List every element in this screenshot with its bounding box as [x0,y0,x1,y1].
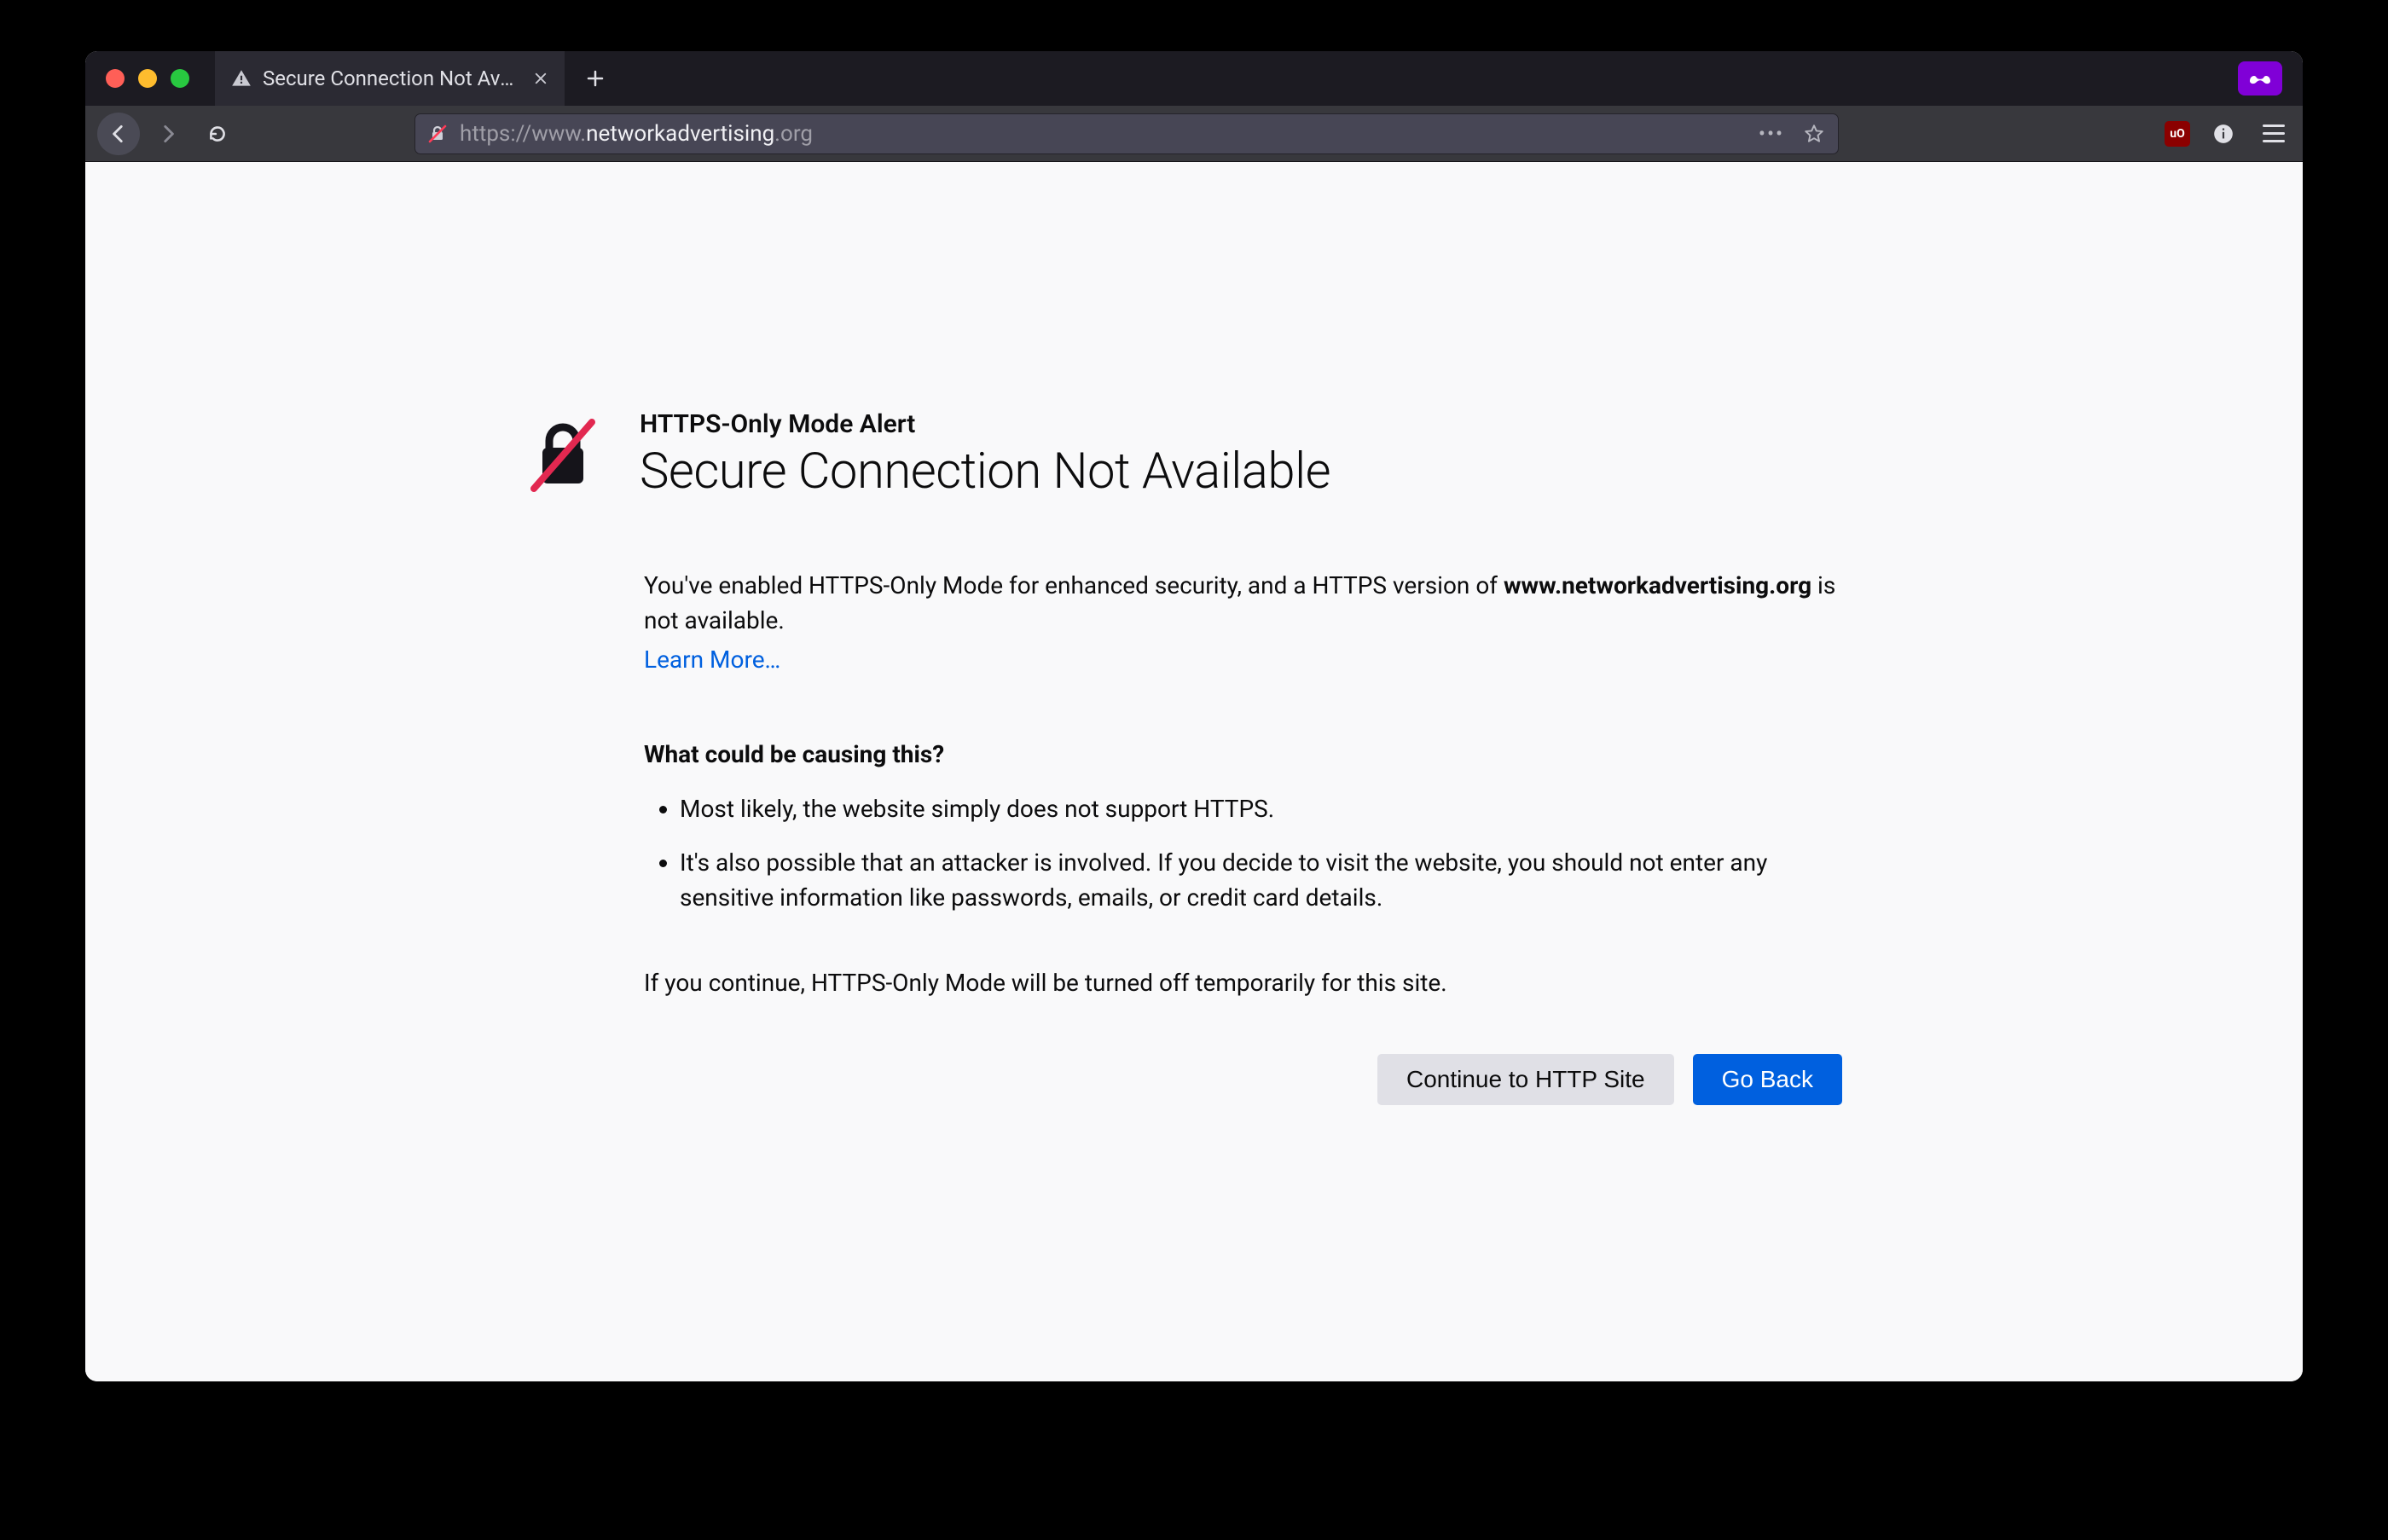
continue-http-button[interactable]: Continue to HTTP Site [1377,1054,1674,1105]
error-kicker: HTTPS-Only Mode Alert [640,409,1330,439]
new-tab-button[interactable] [573,56,617,101]
browser-tab[interactable]: Secure Connection Not Availabl [215,51,565,106]
page-actions-button[interactable]: ••• [1756,119,1787,149]
reload-button[interactable] [196,113,239,155]
forward-button[interactable] [147,113,189,155]
browser-window: Secure Connection Not Availabl [85,51,2303,1381]
window-close-button[interactable] [106,69,125,88]
toolbar-right: uO [2151,121,2291,147]
navigation-toolbar: https://www.networkadvertising.org ••• u… [85,106,2303,162]
window-zoom-button[interactable] [171,69,189,88]
page-info-button[interactable] [2211,121,2236,147]
error-description: You've enabled HTTPS-Only Mode for enhan… [644,569,1859,638]
warning-icon [230,67,252,90]
lock-slash-icon [427,124,448,144]
learn-more-link[interactable]: Learn More… [644,643,780,678]
error-title: Secure Connection Not Available [640,443,1330,501]
causes-list: Most likely, the website simply does not… [644,792,1859,915]
private-browsing-icon [2238,61,2282,96]
traffic-lights [85,69,215,88]
url-text: https://www.networkadvertising.org [460,121,1744,147]
bookmark-star-button[interactable] [1799,119,1829,149]
titlebar: Secure Connection Not Availabl [85,51,2303,106]
page-content: HTTPS-Only Mode Alert Secure Connection … [85,162,2303,1381]
causes-heading: What could be causing this? [644,738,1859,773]
tab-close-button[interactable] [529,67,553,90]
continue-note: If you continue, HTTPS-Only Mode will be… [644,966,1859,1001]
go-back-button[interactable]: Go Back [1693,1054,1842,1105]
url-bar[interactable]: https://www.networkadvertising.org ••• [414,113,1839,154]
ublock-extension-button[interactable]: uO [2165,121,2190,147]
app-menu-button[interactable] [2257,124,2291,142]
tab-title: Secure Connection Not Availabl [263,67,519,90]
list-item: Most likely, the website simply does not… [680,792,1859,827]
lock-slash-large-icon [529,417,597,494]
window-minimize-button[interactable] [138,69,157,88]
error-panel: HTTPS-Only Mode Alert Secure Connection … [529,409,1859,1381]
list-item: It's also possible that an attacker is i… [680,846,1859,915]
back-button[interactable] [97,113,140,155]
